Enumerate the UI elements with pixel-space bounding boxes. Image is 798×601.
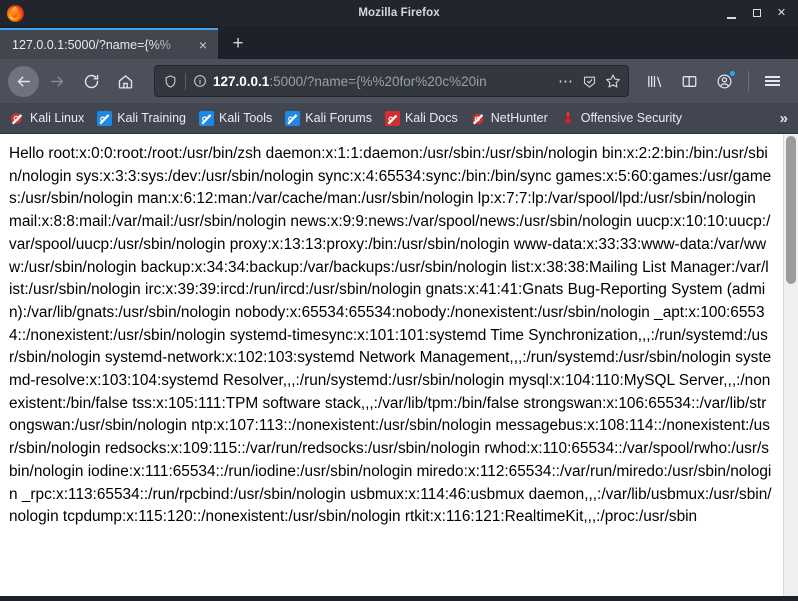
kali-dragon-glyph	[287, 113, 298, 124]
tab-close-icon[interactable]: ×	[192, 34, 214, 56]
maximize-button[interactable]	[751, 8, 762, 19]
kali-dragon-icon	[199, 110, 214, 126]
library-icon[interactable]	[639, 66, 670, 97]
kali-dragon-glyph	[201, 113, 212, 124]
tab-active[interactable]: 127.0.0.1:5000/?name={%% ×	[0, 28, 218, 59]
bookmarks-bar: Kali Linux Kali Training Kali Tools Kali…	[0, 103, 798, 134]
offsec-logo-icon	[561, 111, 576, 126]
hamburger-menu-icon[interactable]	[757, 66, 788, 97]
bookmark-label: Kali Docs	[404, 111, 458, 125]
kali-dragon-glyph	[99, 113, 110, 124]
kali-dragon-icon	[285, 110, 301, 126]
browser-window: Mozilla Firefox ✕ 127.0.0.1:5000/?name={…	[0, 0, 798, 601]
bookmark-label: NetHunter	[490, 111, 548, 125]
url-text[interactable]: 127.0.0.1:5000/?name={%%20for%20c%20in	[213, 74, 550, 89]
bookmark-label: Offensive Security	[580, 111, 682, 125]
bookmark-kali-training[interactable]: Kali Training	[97, 110, 186, 126]
back-button[interactable]	[8, 65, 39, 97]
forward-button	[42, 66, 73, 97]
kali-dragon-glyph	[10, 112, 23, 124]
kali-dragon-icon	[10, 111, 25, 126]
sidebar-icon[interactable]	[674, 66, 705, 97]
home-icon	[118, 74, 133, 89]
navigation-toolbar: 127.0.0.1:5000/?name={%%20for%20c%20in ⋯	[0, 59, 798, 103]
status-bar	[0, 596, 798, 601]
tab-strip: 127.0.0.1:5000/?name={%% × +	[0, 26, 798, 59]
tracking-protection-shield-icon[interactable]	[163, 74, 178, 89]
page-info-icon[interactable]	[193, 74, 207, 88]
toolbar-right	[637, 66, 790, 97]
page-body-text: Hello root:x:0:0:root:/root:/usr/bin/zsh…	[9, 145, 772, 526]
window-title: Mozilla Firefox	[358, 7, 440, 19]
bookmark-label: Kali Forums	[305, 111, 372, 125]
vertical-scrollbar[interactable]	[783, 134, 798, 601]
minimize-button[interactable]	[726, 8, 737, 19]
content-area: Hello root:x:0:0:root:/root:/usr/bin/zsh…	[0, 134, 798, 601]
bookmarks-overflow-chevron-icon[interactable]: »	[780, 111, 792, 126]
bookmark-label: Kali Linux	[30, 111, 85, 125]
page-actions-ellipsis-icon[interactable]: ⋯	[558, 74, 574, 89]
kali-dragon-icon	[97, 110, 113, 126]
bookmark-kali-forums[interactable]: Kali Forums	[285, 110, 372, 126]
toolbar-divider	[748, 70, 749, 92]
account-notification-badge	[729, 69, 736, 77]
account-avatar-icon[interactable]	[709, 66, 740, 97]
arrow-left-icon	[17, 76, 30, 86]
close-icon[interactable]: ✕	[776, 7, 787, 19]
bookmark-label: Kali Training	[117, 111, 186, 125]
title-bar: Mozilla Firefox ✕	[0, 0, 798, 26]
reader-mode-icon[interactable]	[582, 74, 597, 89]
url-path: :5000/?name={%%20for%20c%20in	[269, 73, 487, 89]
bookmark-kali-docs[interactable]: Kali Docs	[384, 110, 458, 126]
window-controls: ✕	[726, 7, 798, 19]
kali-dragon-icon	[471, 111, 486, 126]
new-tab-button[interactable]: +	[222, 28, 254, 59]
kali-dragon-glyph	[472, 113, 483, 124]
bookmark-label: Kali Tools	[219, 111, 273, 125]
reload-icon	[84, 74, 99, 88]
bookmark-offensive-security[interactable]: Offensive Security	[561, 111, 682, 126]
url-divider	[185, 72, 186, 90]
bookmark-kali-tools[interactable]: Kali Tools	[199, 110, 273, 126]
kali-docs-glyph	[387, 114, 398, 124]
bookmark-star-icon[interactable]	[605, 73, 621, 89]
offsec-logo-glyph	[564, 112, 572, 123]
kali-docs-icon	[384, 110, 400, 126]
url-host: 127.0.0.1	[213, 73, 270, 89]
scrollbar-thumb[interactable]	[786, 136, 796, 284]
url-bar[interactable]: 127.0.0.1:5000/?name={%%20for%20c%20in ⋯	[154, 65, 629, 97]
home-button[interactable]	[110, 66, 141, 97]
tab-title: 127.0.0.1:5000/?name={%%	[12, 37, 171, 52]
bookmark-nethunter[interactable]: NetHunter	[471, 111, 548, 126]
bookmark-kali-linux[interactable]: Kali Linux	[10, 111, 84, 126]
reload-button[interactable]	[76, 66, 107, 97]
firefox-logo-icon	[7, 4, 24, 22]
arrow-right-icon	[51, 76, 64, 86]
